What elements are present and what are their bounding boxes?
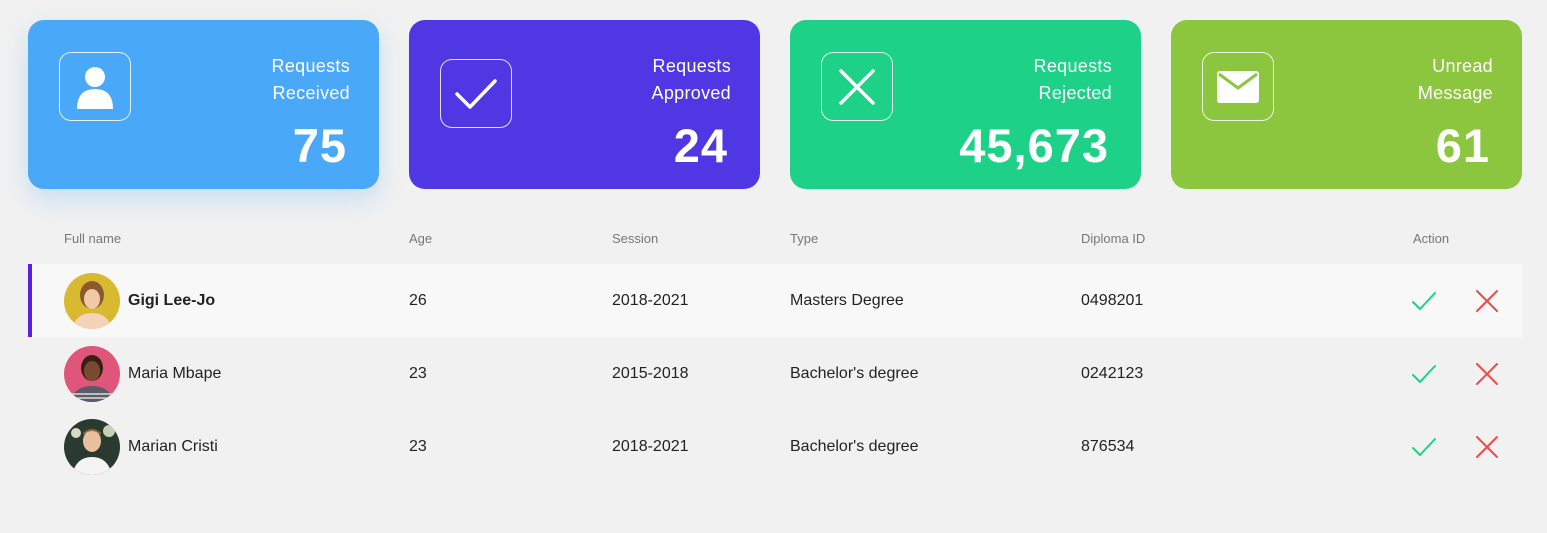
session: 2018-2021 (612, 438, 689, 455)
degree-type: Bachelor's degree (790, 365, 919, 382)
card-label: Unread Message (1417, 56, 1493, 103)
avatar (64, 346, 120, 402)
user-icon (59, 52, 131, 121)
age: 23 (409, 438, 427, 455)
header-action: Action (1413, 231, 1450, 246)
header-diploma-id[interactable]: Diploma ID (1081, 231, 1145, 246)
close-icon (1476, 436, 1498, 458)
reject-button[interactable] (1474, 435, 1500, 459)
table-row[interactable]: Marian Cristi 23 2018-2021 Bachelor's de… (28, 410, 1522, 483)
header-session[interactable]: Session (612, 231, 658, 246)
approve-button[interactable] (1411, 435, 1437, 459)
header-full-name[interactable]: Full name (64, 231, 121, 246)
diploma-id: 876534 (1081, 438, 1135, 455)
full-name: Marian Cristi (128, 438, 218, 455)
card-requests-rejected[interactable]: Requests Rejected 45,673 (790, 20, 1141, 189)
diploma-id: 0242123 (1081, 365, 1144, 382)
card-label: Requests Received (271, 56, 350, 103)
card-label: Requests Approved (651, 56, 731, 103)
avatar (64, 419, 120, 475)
reject-button[interactable] (1474, 289, 1500, 313)
header-age[interactable]: Age (409, 231, 432, 246)
degree-type: Masters Degree (790, 292, 904, 309)
table-row[interactable]: Gigi Lee-Jo 26 2018-2021 Masters Degree … (28, 264, 1522, 337)
close-icon (821, 52, 893, 121)
card-requests-approved[interactable]: Requests Approved 24 (409, 20, 760, 189)
full-name: Maria Mbape (128, 365, 222, 382)
requests-table: Gigi Lee-Jo 26 2018-2021 Masters Degree … (28, 264, 1522, 483)
envelope-icon (1202, 52, 1274, 121)
check-icon (440, 59, 512, 128)
card-unread-message[interactable]: Unread Message 61 (1171, 20, 1522, 189)
approve-button[interactable] (1411, 289, 1437, 313)
table-row[interactable]: Maria Mbape 23 2015-2018 Bachelor's degr… (28, 337, 1522, 410)
card-value: 45,673 (959, 119, 1109, 172)
session: 2015-2018 (612, 365, 689, 382)
age: 23 (409, 365, 427, 382)
full-name: Gigi Lee-Jo (128, 292, 216, 309)
card-value: 24 (673, 119, 728, 172)
avatar (64, 273, 120, 329)
age: 26 (409, 292, 427, 309)
table-header: Full name Age Session Type Diploma ID Ac… (28, 231, 1522, 251)
close-icon (1476, 363, 1498, 385)
card-value: 75 (292, 119, 347, 172)
card-label: Requests Rejected (1033, 56, 1112, 103)
diploma-id: 0498201 (1081, 292, 1144, 309)
card-value: 61 (1435, 119, 1490, 172)
card-requests-received[interactable]: Requests Received 75 (28, 20, 379, 189)
check-icon (1412, 292, 1436, 310)
header-type[interactable]: Type (790, 231, 818, 246)
approve-button[interactable] (1411, 362, 1437, 386)
check-icon (1412, 438, 1436, 456)
stats-cards: Requests Received 75 Requests Approved 2… (28, 20, 1522, 189)
session: 2018-2021 (612, 292, 689, 309)
close-icon (1476, 290, 1498, 312)
degree-type: Bachelor's degree (790, 438, 919, 455)
reject-button[interactable] (1474, 362, 1500, 386)
check-icon (1412, 365, 1436, 383)
